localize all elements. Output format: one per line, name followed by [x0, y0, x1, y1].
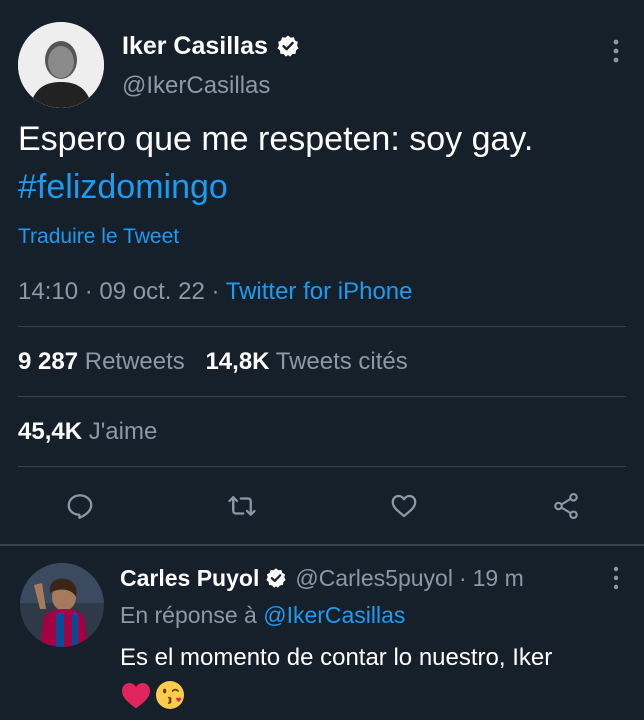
reply-author-name[interactable]: Carles Puyol [120, 565, 259, 592]
tweet-text: Espero que me respeten: soy gay. [18, 120, 534, 158]
reply-author-handle[interactable]: @Carles5puyol [295, 565, 453, 592]
separator: · [458, 564, 467, 591]
divider [18, 466, 626, 467]
heart-emoji-icon [122, 683, 150, 709]
reply-emojis: ❤️😘 [120, 678, 186, 712]
retweets-count: 9 287 [18, 348, 79, 375]
reply-age[interactable]: 19 m [473, 565, 524, 592]
more-icon[interactable] [606, 564, 626, 592]
tweet-source[interactable]: Twitter for iPhone [226, 278, 413, 305]
likes-stat[interactable]: 45,4K J'aime [18, 418, 157, 446]
section-divider [0, 544, 644, 546]
divider [18, 396, 626, 397]
reply-button[interactable] [60, 486, 100, 526]
separator: · [84, 278, 93, 305]
more-icon[interactable] [606, 36, 626, 66]
retweet-icon [228, 496, 256, 516]
kiss-emoji-icon [156, 681, 184, 709]
in-reply-prefix: En réponse à [120, 602, 257, 628]
in-reply-handle[interactable]: @IkerCasillas [263, 602, 405, 628]
reply-author-avatar[interactable] [20, 563, 104, 647]
share-button[interactable] [546, 486, 586, 526]
separator: · [211, 278, 220, 305]
like-icon [391, 494, 417, 518]
tweet-time[interactable]: 14:10 [18, 278, 78, 305]
divider [18, 326, 626, 327]
author-name[interactable]: Iker Casillas [122, 32, 268, 61]
retweet-button[interactable] [222, 486, 262, 526]
retweets-stat[interactable]: 9 287 Retweets [18, 348, 191, 375]
quotes-label: Tweets cités [275, 348, 408, 375]
reply-text: Es el momento de contar lo nuestro, Iker [120, 644, 553, 671]
quotes-stat[interactable]: 14,8K Tweets cités [205, 348, 407, 375]
verified-icon [276, 34, 300, 58]
author-avatar[interactable] [18, 22, 104, 108]
tweet-date[interactable]: 09 oct. 22 [99, 278, 204, 305]
quotes-count: 14,8K [205, 348, 270, 375]
reply-icon [67, 494, 93, 519]
retweets-label: Retweets [84, 348, 185, 375]
verified-icon [265, 567, 287, 589]
translate-link[interactable]: Traduire le Tweet [18, 225, 179, 249]
like-button[interactable] [384, 486, 424, 526]
author-handle[interactable]: @IkerCasillas [122, 72, 270, 100]
likes-label: J'aime [88, 418, 158, 445]
share-icon [554, 492, 578, 520]
likes-count: 45,4K [18, 418, 83, 445]
hashtag-link[interactable]: #felizdomingo [18, 168, 228, 207]
